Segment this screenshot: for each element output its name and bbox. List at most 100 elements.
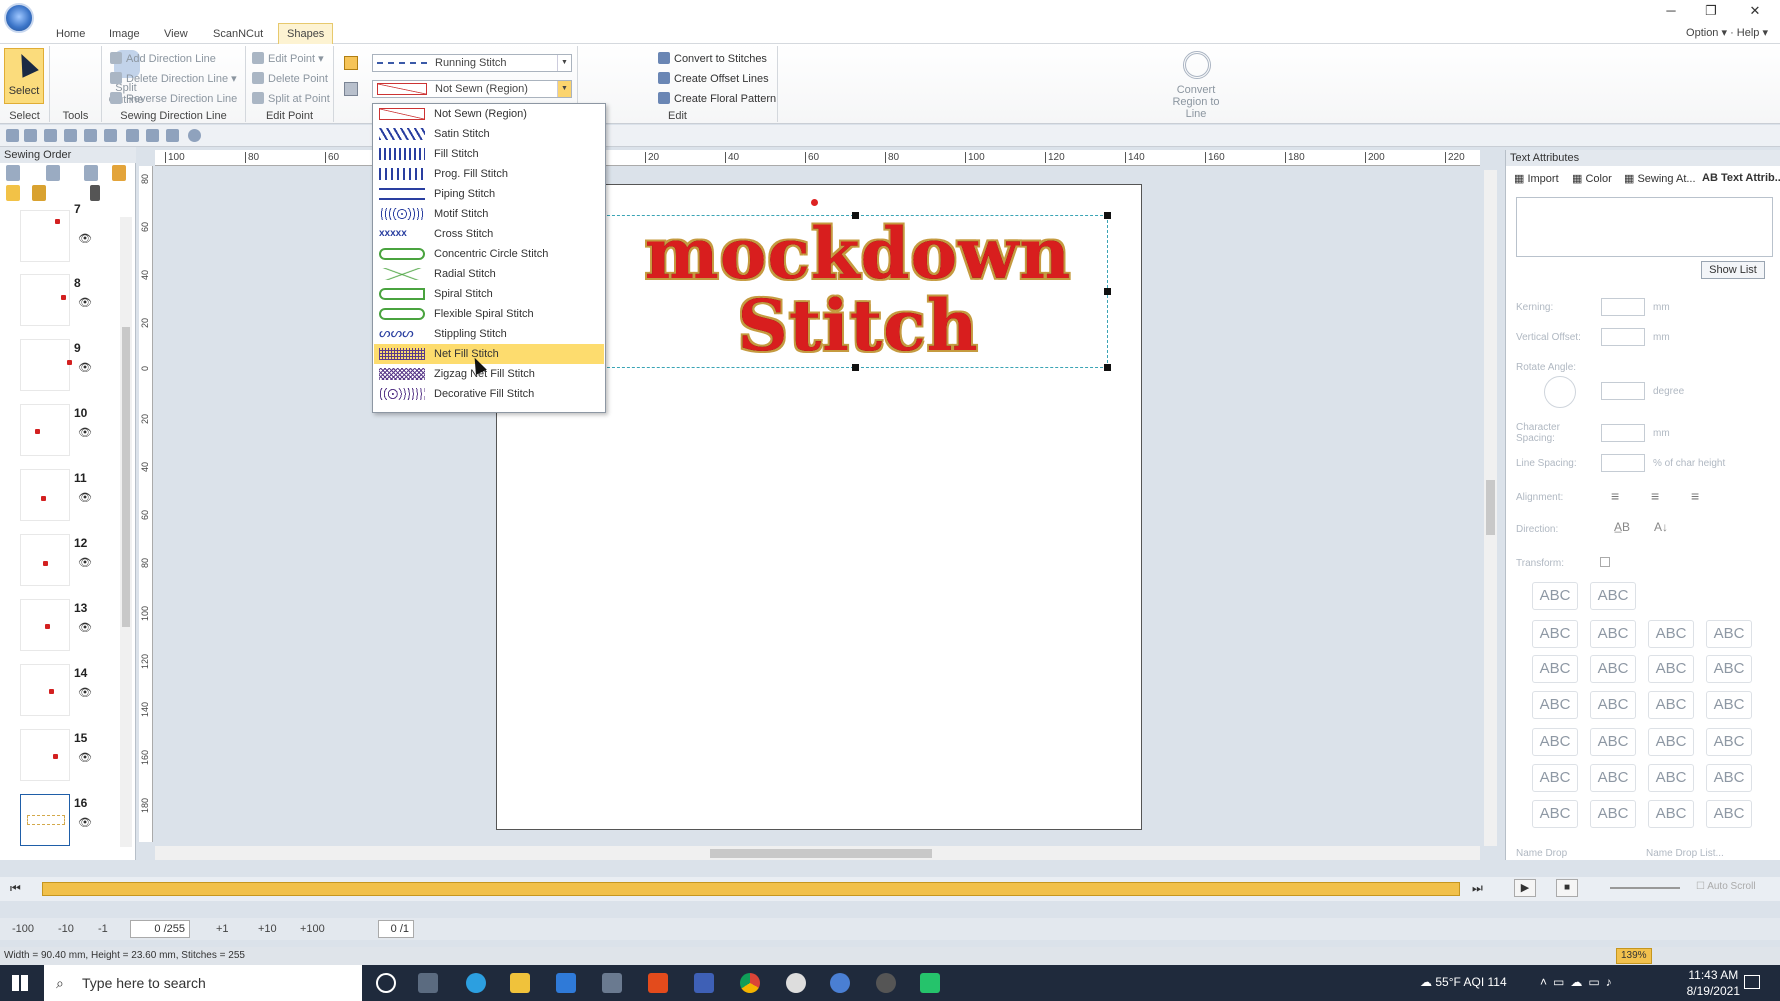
frame-icon[interactable] xyxy=(112,165,126,181)
rotate-handle[interactable] xyxy=(811,199,818,206)
text-effect-sample[interactable]: ABC xyxy=(1648,620,1694,648)
list-item[interactable]: 13 👁 xyxy=(20,599,98,654)
eye-icon[interactable]: 👁 xyxy=(78,426,92,439)
import-icon[interactable] xyxy=(126,129,139,142)
step-forward-1-button[interactable]: +1 xyxy=(216,920,229,938)
zoom-icon[interactable] xyxy=(64,129,77,142)
text-input-area[interactable] xyxy=(1516,197,1773,257)
region-stitch-combo[interactable]: Not Sewn (Region) ▼ xyxy=(372,80,572,98)
list-item[interactable]: 12 👁 xyxy=(20,534,98,589)
weather-widget[interactable]: ☁ 55°F AQI 114 xyxy=(1420,975,1507,989)
app-logo-icon[interactable] xyxy=(4,3,34,33)
office-icon[interactable] xyxy=(648,973,668,993)
dropdown-item-decorative-fill[interactable]: Decorative Fill Stitch xyxy=(374,384,604,404)
convert-region-to-line-button[interactable]: Convert Region to Line xyxy=(1161,48,1231,120)
text-effect-sample[interactable]: ABC xyxy=(1590,800,1636,828)
dropdown-item-zigzag-net[interactable]: Zigzag Net Fill Stitch xyxy=(374,364,604,384)
text-effect-sample[interactable]: ABC xyxy=(1648,800,1694,828)
text-effect-sample[interactable]: ABC xyxy=(1648,764,1694,792)
step-back-100-button[interactable]: -100 xyxy=(12,920,34,938)
play-button[interactable]: ▶ xyxy=(1514,879,1536,897)
resize-handle[interactable] xyxy=(852,364,859,371)
dropdown-item-stippling[interactable]: ᔕᔕᔕ Stippling Stitch xyxy=(374,324,604,344)
rotate-angle-spinner[interactable] xyxy=(1601,382,1645,400)
text-effect-sample[interactable]: ABC xyxy=(1648,728,1694,756)
select-button[interactable]: Select xyxy=(4,48,44,104)
line-spacing-spinner[interactable] xyxy=(1601,454,1645,472)
help-menu[interactable]: Help xyxy=(1737,27,1760,39)
maximize-button[interactable]: ❐ xyxy=(1696,2,1726,20)
align-center-icon[interactable]: ≡ xyxy=(1651,488,1659,504)
character-spacing-spinner[interactable] xyxy=(1601,424,1645,442)
tab-text-attributes[interactable]: AB Text Attrib... xyxy=(1702,172,1780,184)
text-effect-sample[interactable]: ABC xyxy=(1648,691,1694,719)
embroidery-app-icon[interactable] xyxy=(830,973,850,993)
kerning-spinner[interactable] xyxy=(1601,298,1645,316)
line-color-swatch[interactable] xyxy=(344,56,358,70)
tab-import[interactable]: ▦ Import xyxy=(1514,172,1559,185)
eye-icon[interactable]: 👁 xyxy=(78,816,92,829)
show-list-button[interactable]: Show List xyxy=(1701,261,1765,279)
eye-icon[interactable]: 👁 xyxy=(78,491,92,504)
convert-to-stitches-button[interactable]: Convert to Stitches xyxy=(658,50,767,68)
text-effect-sample[interactable]: ABC xyxy=(1532,582,1578,610)
new-file-icon[interactable] xyxy=(6,129,19,142)
option-menu[interactable]: Option xyxy=(1686,27,1718,39)
app-icon[interactable] xyxy=(694,973,714,993)
tab-color[interactable]: ▦ Color xyxy=(1572,172,1612,185)
dropdown-item-motif[interactable]: Motif Stitch xyxy=(374,204,604,224)
text-effect-sample[interactable]: ABC xyxy=(1706,728,1752,756)
stitch-progress-bar[interactable] xyxy=(42,882,1460,896)
align-left-icon[interactable]: ≡ xyxy=(1611,488,1619,504)
text-effect-sample[interactable]: ABC xyxy=(1706,800,1752,828)
canvas-vertical-scrollbar[interactable] xyxy=(1484,170,1497,846)
dropdown-item-prog-fill[interactable]: Prog. Fill Stitch xyxy=(374,164,604,184)
help-icon[interactable] xyxy=(188,129,201,142)
notification-icon[interactable] xyxy=(1744,975,1760,989)
tab-scanncut[interactable]: ScanNCut xyxy=(205,26,271,44)
dropdown-item-concentric[interactable]: Concentric Circle Stitch xyxy=(374,244,604,264)
dropdown-item-cross[interactable]: xxxxx Cross Stitch xyxy=(374,224,604,244)
list-item[interactable]: 7 👁 xyxy=(20,202,98,265)
task-view-icon[interactable] xyxy=(418,973,438,993)
zoom-level[interactable]: 139% xyxy=(1616,948,1652,964)
horizontal-direction-icon[interactable]: A̲B xyxy=(1614,520,1630,534)
resize-handle[interactable] xyxy=(1104,212,1111,219)
resize-handle[interactable] xyxy=(852,212,859,219)
text-effect-sample[interactable]: ABC xyxy=(1532,655,1578,683)
xbox-icon[interactable] xyxy=(786,973,806,993)
list-item[interactable]: 14 👁 xyxy=(20,664,98,719)
system-tray-icons[interactable]: ˄▭☁▭♪ xyxy=(1540,975,1618,989)
redo-icon[interactable] xyxy=(104,129,117,142)
text-effect-sample[interactable]: ABC xyxy=(1648,655,1694,683)
text-effect-sample[interactable]: ABC xyxy=(1532,764,1578,792)
save-icon[interactable] xyxy=(44,129,57,142)
sewing-order-scrollbar[interactable] xyxy=(120,217,132,847)
green-app-icon[interactable] xyxy=(920,973,940,993)
dropdown-item-radial[interactable]: Radial Stitch xyxy=(374,264,604,284)
clock[interactable]: 11:43 AM 8/19/2021 xyxy=(1687,967,1740,999)
split-at-point-button[interactable]: Split at Point xyxy=(252,90,330,108)
eye-icon[interactable]: 👁 xyxy=(78,232,92,245)
text-effect-sample[interactable]: ABC xyxy=(1706,764,1752,792)
text-effect-sample[interactable]: ABC xyxy=(1532,800,1578,828)
windows-start-icon[interactable] xyxy=(12,975,28,991)
properties-icon[interactable] xyxy=(166,129,179,142)
delete-point-button[interactable]: Delete Point xyxy=(252,70,328,88)
region-color-swatch[interactable] xyxy=(344,82,358,96)
option-help-menu[interactable]: Option ▾ · Help ▾ xyxy=(1686,26,1768,39)
dropdown-item-net-fill[interactable]: Net Fill Stitch xyxy=(374,344,604,364)
vertical-offset-spinner[interactable] xyxy=(1601,328,1645,346)
chrome-icon[interactable] xyxy=(740,973,760,993)
align-right-icon[interactable]: ≡ xyxy=(1691,488,1699,504)
dropdown-item-fill[interactable]: Fill Stitch xyxy=(374,144,604,164)
lock-icon[interactable] xyxy=(32,185,46,201)
step-forward-100-button[interactable]: +100 xyxy=(300,920,325,938)
open-file-icon[interactable] xyxy=(24,129,37,142)
auto-scroll-checkbox[interactable]: ☐ Auto Scroll xyxy=(1696,881,1756,892)
stop-button[interactable]: ■ xyxy=(1556,879,1578,897)
rotate-dial[interactable] xyxy=(1544,376,1576,408)
text-effect-sample[interactable]: ABC xyxy=(1590,655,1636,683)
selection-box[interactable] xyxy=(599,212,1111,371)
dropdown-item-flex-spiral[interactable]: Flexible Spiral Stitch xyxy=(374,304,604,324)
